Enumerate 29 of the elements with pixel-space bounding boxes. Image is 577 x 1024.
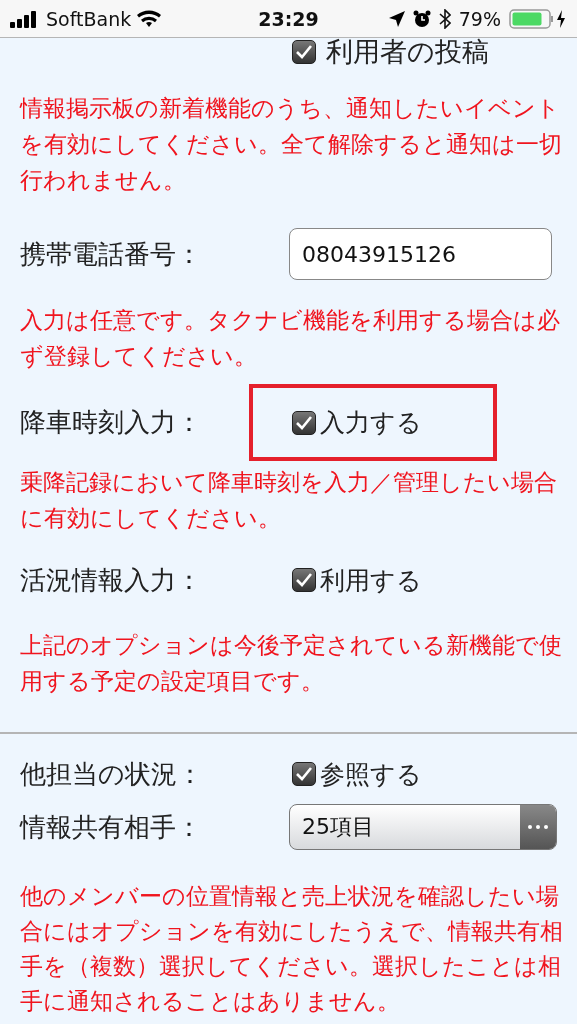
checkbox[interactable] bbox=[292, 568, 316, 592]
field-label: 他担当の状況： bbox=[20, 757, 204, 791]
field-label: 活況情報入力： bbox=[20, 563, 203, 597]
field-label: 降車時刻入力： bbox=[20, 406, 203, 439]
location-arrow-icon bbox=[388, 10, 405, 27]
checkbox[interactable] bbox=[292, 410, 316, 435]
hint-text: 情報掲示板の新着機能のうち、通知したいイベントを有効にしてください。全て解除すると通知は一切行われません。 bbox=[20, 94, 563, 195]
bluetooth-icon bbox=[438, 8, 451, 29]
field-label: 情報共有相手： bbox=[20, 810, 203, 844]
phone-input-field[interactable]: 08043915126 bbox=[289, 228, 552, 280]
battery-percent: 79% bbox=[458, 7, 501, 30]
checkbox[interactable] bbox=[292, 762, 316, 786]
hint-text: 入力は任意です。タクナビ機能を利用する場合は必ず登録してください。 bbox=[20, 306, 561, 371]
select-field[interactable]: 25項目 bbox=[289, 804, 557, 850]
alarm-clock-icon bbox=[412, 9, 431, 28]
checkbox-label[interactable]: 利用する bbox=[320, 563, 422, 597]
checkbox-label[interactable]: 参照する bbox=[320, 757, 422, 791]
checkbox-label[interactable]: 入力する bbox=[320, 406, 422, 439]
more-icon bbox=[528, 825, 548, 829]
clock-time: 23:29 bbox=[258, 7, 319, 30]
battery-charging-icon bbox=[509, 8, 567, 29]
checkbox-label[interactable]: 利用者の投稿 bbox=[326, 34, 489, 70]
hint-text: 上記のオプションは今後予定されている新機能で使用する予定の設定項目です。 bbox=[20, 631, 563, 696]
hint-text: 乗降記録において降車時刻を入力／管理したい場合に有効にしてください。 bbox=[20, 468, 558, 533]
checkbox[interactable] bbox=[292, 40, 316, 64]
field-label: 携帯電話番号： bbox=[20, 237, 203, 271]
carrier-name: SoftBank bbox=[46, 7, 132, 30]
hint-text: 他のメンバーの位置情報と売上状況を確認したい場合にはオプションを有効にしたうえで、情報共有相手を（複数）選択してください。選択したことは相手に通知されることはありません。 bbox=[20, 882, 563, 1016]
wifi-icon bbox=[137, 9, 162, 28]
